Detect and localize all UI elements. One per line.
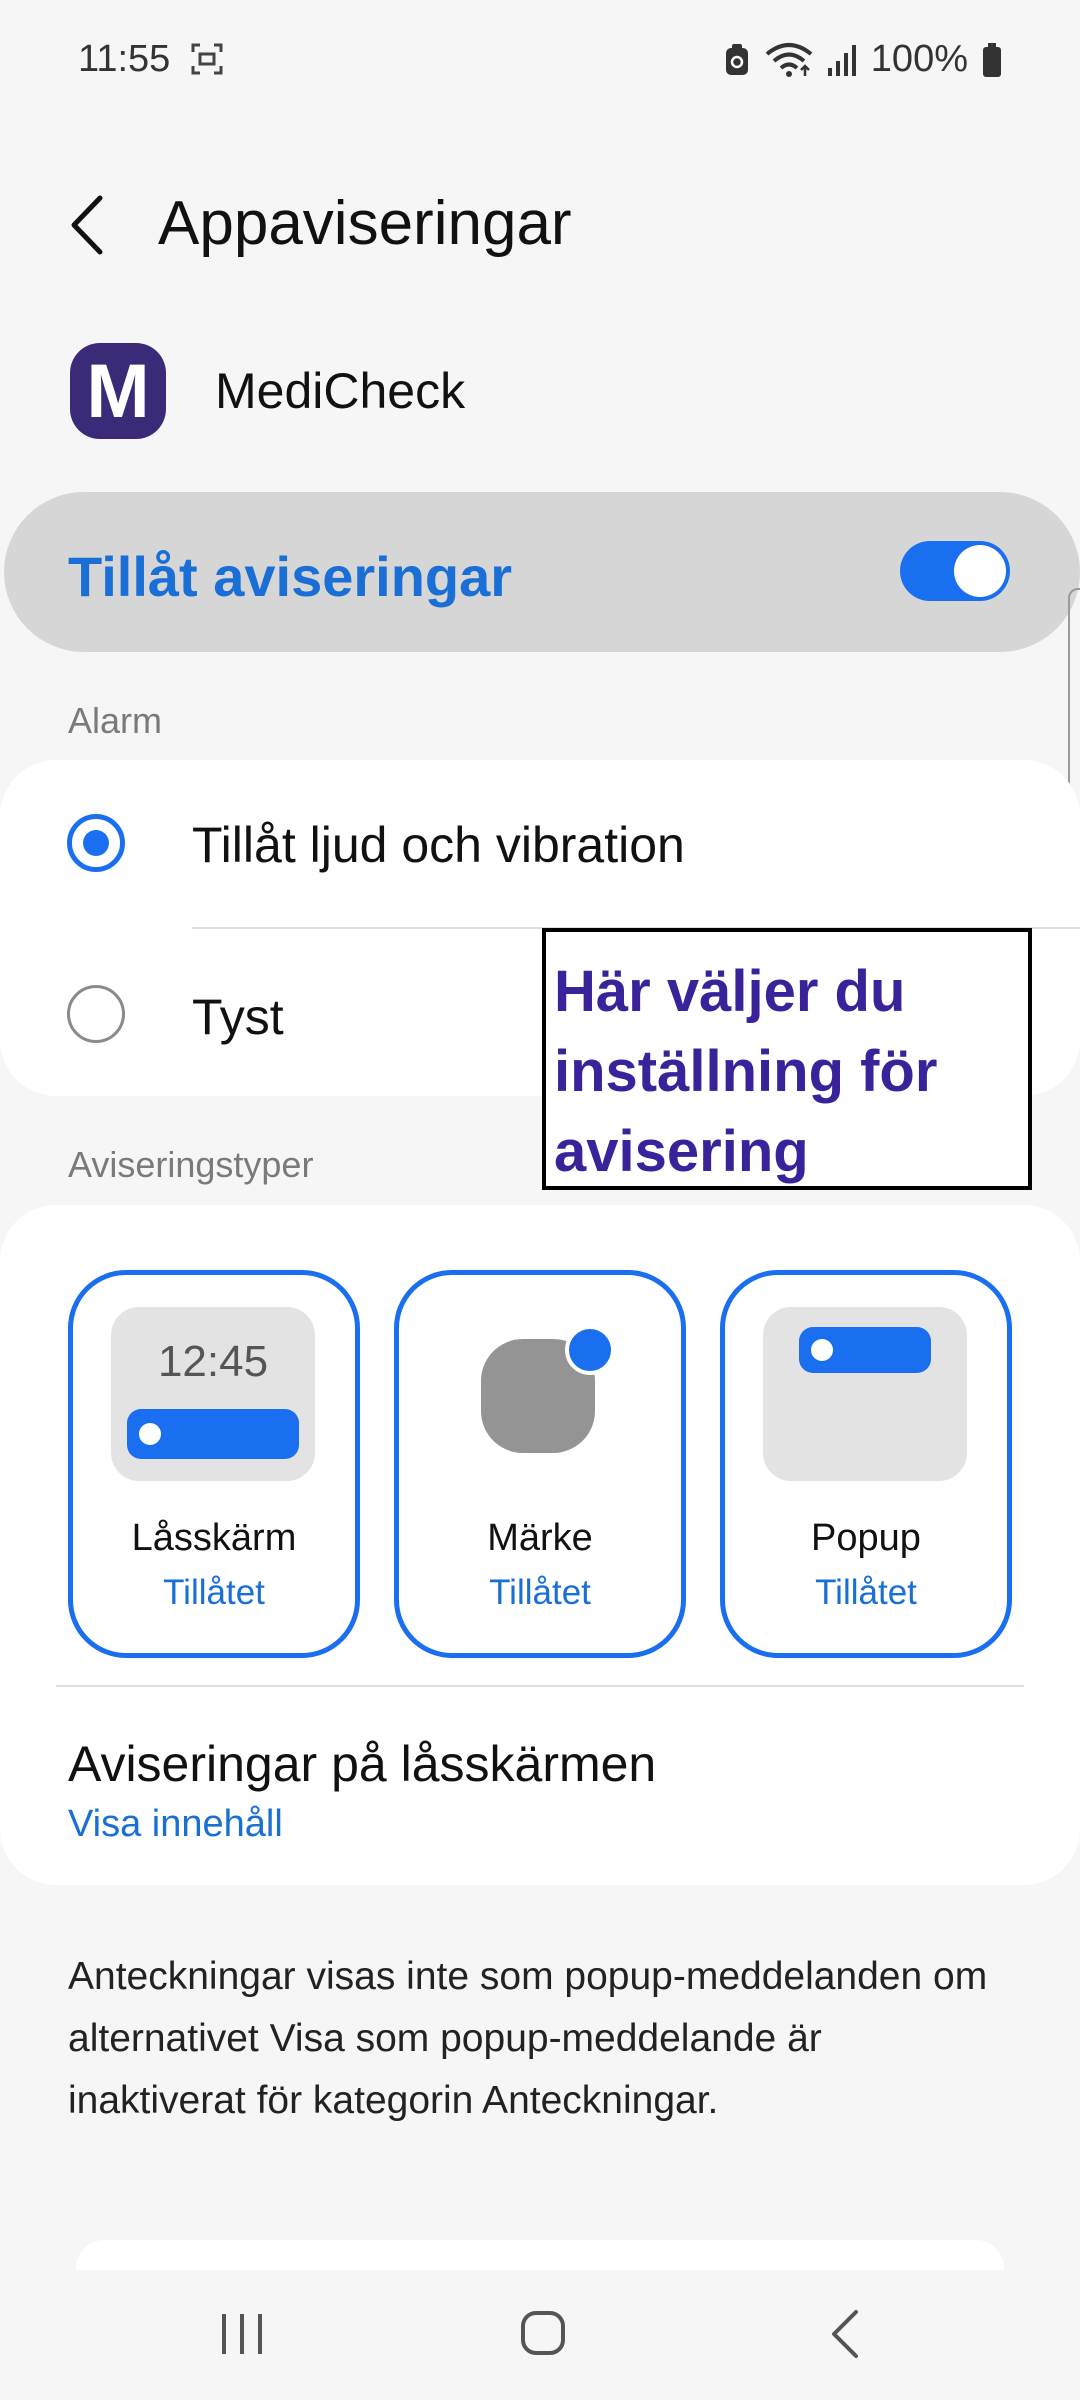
lockscreen-preview-dot (139, 1423, 161, 1445)
wifi-icon (765, 42, 813, 78)
divider (56, 1685, 1024, 1687)
notification-types-title: Aviseringstyper (68, 1144, 314, 1185)
status-time: 11:55 (78, 38, 171, 80)
badge-dot (565, 1325, 615, 1375)
popup-preview-bar (799, 1327, 931, 1373)
footnote-text: Anteckningar visas inte som popup-meddel… (68, 1955, 988, 2122)
radio-sound-vibration[interactable] (67, 814, 125, 872)
toggle-knob (954, 545, 1006, 597)
lockscreen-preview-bar (127, 1409, 299, 1459)
back-arrow-icon[interactable] (62, 190, 114, 260)
option-sound-vibration-label[interactable]: Tillåt ljud och vibration (192, 816, 685, 874)
popup-preview-dot (811, 1339, 833, 1361)
screenshot-icon (190, 42, 224, 76)
popup-preview-icon (763, 1307, 967, 1481)
battery-text: 100% (870, 38, 968, 80)
recent-apps-icon[interactable] (218, 2312, 266, 2356)
battery-icon (982, 42, 1002, 77)
type-name-lockscreen: Låsskärm (131, 1517, 297, 1559)
app-icon-letter: M (86, 348, 150, 434)
type-status-popup: Tillåtet (815, 1573, 917, 1612)
option-silent-label[interactable]: Tyst (192, 988, 284, 1046)
annotation-text: Här väljer du inställning för avisering (554, 959, 938, 1184)
status-icons: 100% (723, 38, 1002, 81)
type-status-lockscreen: Tillåtet (163, 1573, 265, 1612)
app-name: MediCheck (215, 363, 466, 419)
lockscreen-preview-icon: 12:45 (111, 1307, 315, 1481)
page-title: Appaviseringar (158, 189, 572, 258)
back-icon[interactable] (826, 2306, 866, 2362)
lockscreen-notifications-value: Visa innehåll (68, 1803, 283, 1845)
type-card-badge[interactable]: Märke Tillåtet (394, 1270, 686, 1658)
type-name-popup: Popup (811, 1517, 921, 1559)
allow-notifications-toggle[interactable] (900, 541, 1010, 601)
data-saver-icon (723, 43, 751, 77)
allow-notifications-label: Tillåt aviseringar (68, 545, 513, 608)
type-name-badge: Märke (487, 1517, 593, 1559)
annotation-box: Här väljer du inställning för avisering (542, 928, 1032, 1190)
app-icon: M (70, 343, 166, 439)
home-icon[interactable] (520, 2310, 566, 2356)
lockscreen-preview-time: 12:45 (157, 1337, 269, 1386)
radio-silent[interactable] (67, 985, 125, 1043)
type-card-lockscreen[interactable]: 12:45 Låsskärm Tillåtet (68, 1270, 360, 1658)
lockscreen-notifications-title[interactable]: Aviseringar på låsskärmen (68, 1735, 656, 1793)
alarm-section-title: Alarm (68, 700, 163, 741)
signal-icon (827, 44, 857, 76)
next-card-edge (76, 2240, 1004, 2270)
type-card-popup[interactable]: Popup Tillåtet (720, 1270, 1012, 1658)
type-status-badge: Tillåtet (489, 1573, 591, 1612)
